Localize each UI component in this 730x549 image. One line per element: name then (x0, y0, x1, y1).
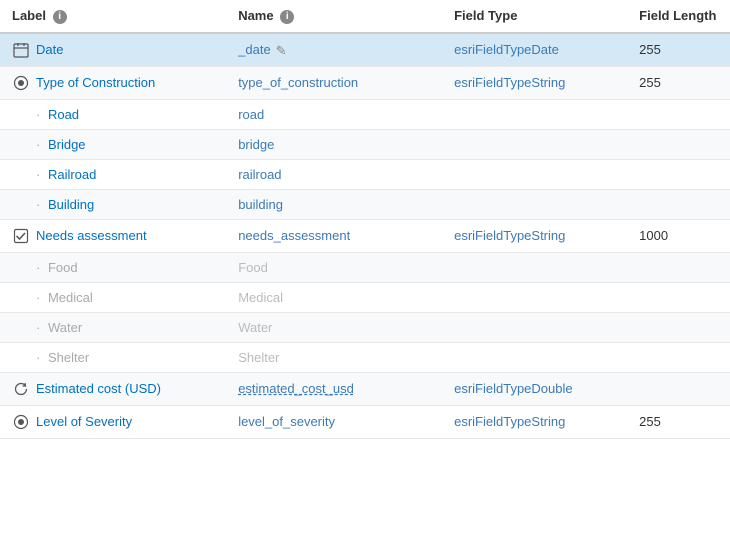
name-text: type_of_construction (238, 75, 358, 90)
radio-icon (12, 74, 30, 92)
field-length-text: 255 (639, 75, 661, 90)
edit-icon[interactable]: ✎ (276, 43, 290, 57)
field-type-text: esriFieldTypeDouble (454, 381, 573, 396)
label-text: Railroad (48, 167, 96, 182)
label-text: Water (48, 320, 82, 335)
label-text: Road (48, 107, 79, 122)
col-name-header: Name i (226, 0, 442, 33)
field-type-text: esriFieldTypeDate (454, 42, 559, 57)
sub-item-dot: · (36, 197, 44, 212)
sub-item-dot: · (36, 107, 44, 122)
table-row: Needs assessment needs_assessment esriFiel… (0, 219, 730, 252)
table-row: · Water Water (0, 312, 730, 342)
sub-item-dot: · (36, 167, 44, 182)
name-text: level_of_severity (238, 414, 335, 429)
name-text: Medical (238, 290, 283, 305)
table-row: Estimated cost (USD) estimated_cost_usd es… (0, 372, 730, 405)
sub-item-dot: · (36, 290, 44, 305)
refresh-icon (12, 380, 30, 398)
sub-item-dot: · (36, 137, 44, 152)
name-text: Shelter (238, 350, 279, 365)
name-text: estimated_cost_usd (238, 381, 354, 396)
field-length-text: 255 (639, 414, 661, 429)
table-row: · Shelter Shelter (0, 342, 730, 372)
col-label-text: Label (12, 8, 46, 23)
name-text: _date (238, 42, 271, 57)
label-text: Bridge (48, 137, 86, 152)
col-label-header: Label i (0, 0, 226, 33)
col-name-text: Name (238, 8, 273, 23)
name-text: bridge (238, 137, 274, 152)
field-table-container: Label i Name i Field Type Field Length (0, 0, 730, 549)
col-length-header: Field Length (627, 0, 730, 33)
name-info-icon[interactable]: i (280, 10, 294, 24)
label-text: Building (48, 197, 94, 212)
col-type-header: Field Type (442, 0, 627, 33)
col-type-text: Field Type (454, 8, 517, 23)
name-text: Food (238, 260, 268, 275)
radio-filled-icon (12, 413, 30, 431)
field-type-text: esriFieldTypeString (454, 414, 565, 429)
calendar-icon (12, 41, 30, 59)
field-length-text: 255 (639, 42, 661, 57)
name-text: road (238, 107, 264, 122)
table-row: · Bridge bridge (0, 129, 730, 159)
label-info-icon[interactable]: i (53, 10, 67, 24)
field-length-text: 1000 (639, 228, 668, 243)
table-row: Date _date ✎ esriFieldTypeDate 255 (0, 33, 730, 67)
label-text: Medical (48, 290, 93, 305)
table-row: Level of Severity level_of_severity esriFi… (0, 405, 730, 438)
sub-item-dot: · (36, 350, 44, 365)
table-row: Type of Construction type_of_construction… (0, 66, 730, 99)
sub-item-dot: · (36, 260, 44, 275)
col-length-text: Field Length (639, 8, 716, 23)
table-row: · Building building (0, 189, 730, 219)
fields-table: Label i Name i Field Type Field Length (0, 0, 730, 439)
label-text: Date (36, 42, 63, 57)
checkbox-icon (12, 227, 30, 245)
label-text: Level of Severity (36, 414, 132, 429)
table-row: · Road road (0, 99, 730, 129)
label-text: Needs assessment (36, 228, 147, 243)
table-header-row: Label i Name i Field Type Field Length (0, 0, 730, 33)
table-row: · Railroad railroad (0, 159, 730, 189)
label-text: Food (48, 260, 78, 275)
name-text: building (238, 197, 283, 212)
label-text: Type of Construction (36, 75, 155, 90)
field-type-text: esriFieldTypeString (454, 228, 565, 243)
label-text: Estimated cost (USD) (36, 381, 161, 396)
name-text: needs_assessment (238, 228, 350, 243)
name-text: railroad (238, 167, 281, 182)
field-type-text: esriFieldTypeString (454, 75, 565, 90)
sub-item-dot: · (36, 320, 44, 335)
label-text: Shelter (48, 350, 89, 365)
table-row: · Medical Medical (0, 282, 730, 312)
table-row: · Food Food (0, 252, 730, 282)
name-text: Water (238, 320, 272, 335)
